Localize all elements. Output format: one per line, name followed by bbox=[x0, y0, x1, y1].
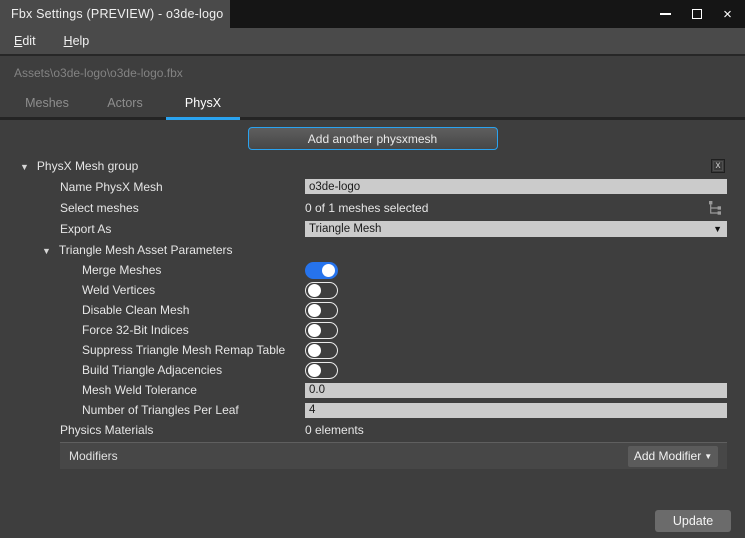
collapse-chevron-icon[interactable]: ▼ bbox=[20, 162, 29, 172]
tab-meshes[interactable]: Meshes bbox=[8, 91, 86, 117]
update-button[interactable]: Update bbox=[655, 510, 731, 532]
close-icon: × bbox=[723, 7, 732, 22]
disable-clean-mesh-label: Disable Clean Mesh bbox=[0, 303, 189, 317]
name-physx-mesh-row: Name PhysX Mesh bbox=[0, 176, 745, 197]
toggle-knob bbox=[308, 304, 321, 317]
export-as-label: Export As bbox=[0, 222, 111, 236]
group-title: PhysX Mesh group bbox=[37, 159, 138, 173]
group-close-icon: x bbox=[716, 160, 721, 171]
menu-item-help[interactable]: Help bbox=[64, 34, 90, 48]
disable-clean-mesh-toggle[interactable] bbox=[305, 302, 338, 319]
physics-materials-label: Physics Materials bbox=[0, 423, 153, 437]
fbx-settings-window: Fbx Settings (PREVIEW) - o3de-logo × Edi… bbox=[0, 0, 745, 538]
select-meshes-label: Select meshes bbox=[0, 201, 139, 215]
mesh-weld-tolerance-label: Mesh Weld Tolerance bbox=[0, 383, 197, 397]
group-close-button[interactable]: x bbox=[711, 159, 725, 173]
force-32bit-indices-toggle[interactable] bbox=[305, 322, 338, 339]
select-meshes-value: 0 of 1 meshes selected bbox=[305, 201, 428, 215]
window-title: Fbx Settings (PREVIEW) - o3de-logo bbox=[11, 7, 223, 21]
toggle-knob bbox=[308, 284, 321, 297]
chevron-down-icon: ▼ bbox=[704, 452, 712, 461]
export-as-select[interactable]: Triangle Mesh ▼ bbox=[305, 221, 727, 237]
build-triangle-adjacencies-toggle[interactable] bbox=[305, 362, 338, 379]
suppress-remap-table-row: Suppress Triangle Mesh Remap Table bbox=[0, 340, 745, 360]
triangles-per-leaf-row: Number of Triangles Per Leaf bbox=[0, 400, 745, 420]
modifiers-label: Modifiers bbox=[69, 449, 628, 463]
footer: Update bbox=[0, 510, 745, 538]
force-32bit-indices-label: Force 32-Bit Indices bbox=[0, 323, 189, 337]
weld-vertices-label: Weld Vertices bbox=[0, 283, 155, 297]
tab-actors[interactable]: Actors bbox=[86, 91, 164, 117]
physics-materials-row: Physics Materials 0 elements bbox=[0, 420, 745, 440]
select-meshes-row: Select meshes 0 of 1 meshes selected bbox=[0, 197, 745, 218]
suppress-remap-table-toggle[interactable] bbox=[305, 342, 338, 359]
modifiers-panel: Modifiers Add Modifier ▼ bbox=[60, 442, 727, 469]
build-triangle-adjacencies-row: Build Triangle Adjacencies bbox=[0, 360, 745, 380]
add-modifier-button[interactable]: Add Modifier ▼ bbox=[628, 446, 718, 467]
name-physx-mesh-input[interactable] bbox=[305, 179, 727, 194]
params-header-row: ▼ Triangle Mesh Asset Parameters bbox=[0, 239, 745, 260]
titlebar: Fbx Settings (PREVIEW) - o3de-logo × bbox=[0, 0, 745, 28]
maximize-button[interactable] bbox=[681, 0, 712, 28]
merge-meshes-row: Merge Meshes bbox=[0, 260, 745, 280]
menubar: Edit Help bbox=[0, 28, 745, 56]
add-modifier-label: Add Modifier bbox=[634, 449, 701, 463]
mesh-weld-tolerance-row: Mesh Weld Tolerance bbox=[0, 380, 745, 400]
mesh-weld-tolerance-input[interactable] bbox=[305, 383, 727, 398]
params-title: Triangle Mesh Asset Parameters bbox=[59, 243, 233, 257]
content-area: Assets\o3de-logo\o3de-logo.fbx Meshes Ac… bbox=[0, 56, 745, 538]
build-triangle-adjacencies-label: Build Triangle Adjacencies bbox=[0, 363, 222, 377]
triangles-per-leaf-label: Number of Triangles Per Leaf bbox=[0, 403, 239, 417]
physics-materials-value: 0 elements bbox=[305, 423, 364, 437]
tab-physx[interactable]: PhysX bbox=[164, 91, 242, 117]
force-32bit-indices-row: Force 32-Bit Indices bbox=[0, 320, 745, 340]
window-controls: × bbox=[650, 0, 743, 28]
chevron-down-icon: ▼ bbox=[713, 224, 722, 234]
export-as-value: Triangle Mesh bbox=[309, 223, 381, 235]
scene-graph-icon bbox=[706, 199, 723, 216]
physx-mesh-group: ▼ PhysX Mesh group x Name PhysX Mesh Sele… bbox=[0, 155, 745, 469]
toggle-knob bbox=[308, 344, 321, 357]
weld-vertices-row: Weld Vertices bbox=[0, 280, 745, 300]
disable-clean-mesh-row: Disable Clean Mesh bbox=[0, 300, 745, 320]
maximize-icon bbox=[692, 9, 702, 19]
tab-underline-track bbox=[0, 117, 745, 120]
breadcrumb: Assets\o3de-logo\o3de-logo.fbx bbox=[14, 66, 745, 80]
weld-vertices-toggle[interactable] bbox=[305, 282, 338, 299]
merge-meshes-toggle[interactable] bbox=[305, 262, 338, 279]
toggle-knob bbox=[308, 364, 321, 377]
export-as-row: Export As Triangle Mesh ▼ bbox=[0, 218, 745, 239]
add-physxmesh-button[interactable]: Add another physxmesh bbox=[248, 127, 498, 150]
tabbar: Meshes Actors PhysX bbox=[0, 91, 745, 117]
close-button[interactable]: × bbox=[712, 0, 743, 28]
suppress-remap-table-label: Suppress Triangle Mesh Remap Table bbox=[0, 343, 285, 357]
params-collapse-chevron-icon[interactable]: ▼ bbox=[42, 246, 51, 256]
toggle-knob bbox=[308, 324, 321, 337]
add-mesh-button-row: Add another physxmesh bbox=[0, 127, 745, 150]
toggle-knob bbox=[322, 264, 335, 277]
select-meshes-button[interactable] bbox=[703, 198, 725, 218]
menu-item-edit[interactable]: Edit bbox=[14, 34, 36, 48]
name-physx-mesh-label: Name PhysX Mesh bbox=[0, 180, 163, 194]
minimize-icon bbox=[660, 13, 671, 15]
triangles-per-leaf-input[interactable] bbox=[305, 403, 727, 418]
merge-meshes-label: Merge Meshes bbox=[0, 263, 161, 277]
minimize-button[interactable] bbox=[650, 0, 681, 28]
group-header-row: ▼ PhysX Mesh group x bbox=[0, 155, 745, 176]
